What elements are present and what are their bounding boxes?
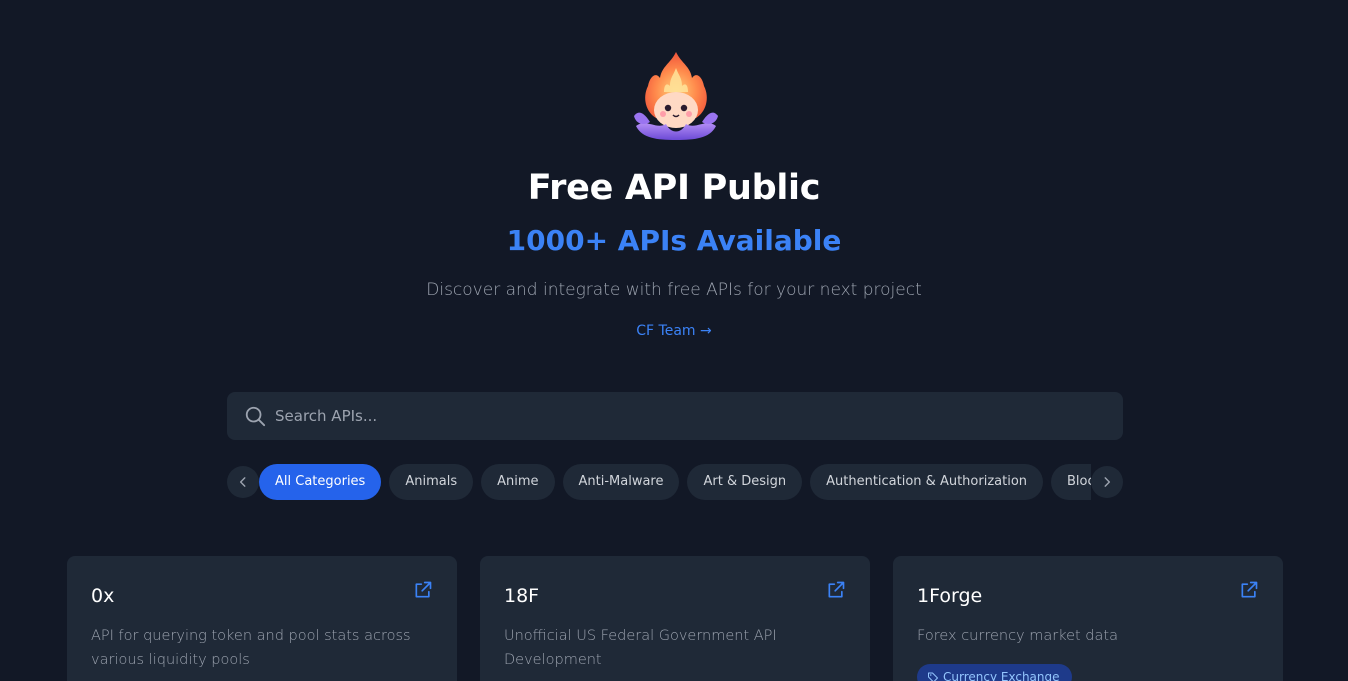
page: Free API Public 1000+ APIs Available Dis… [0, 0, 1348, 681]
category-chip-art-design[interactable]: Art & Design [687, 464, 803, 500]
external-link-icon[interactable] [1239, 580, 1259, 600]
api-card[interactable]: 1Forge Forex currency market data Curren… [893, 556, 1283, 681]
search-bar[interactable] [227, 392, 1123, 440]
scroll-right-button[interactable] [1091, 466, 1123, 498]
api-card-name: 1Forge [917, 585, 983, 607]
category-list: All Categories Animals Anime Anti-Malware Ar… [259, 464, 1091, 500]
flame-mascot-logo [634, 52, 718, 140]
category-bar: All Categories Animals Anime Anti-Malware Ar… [227, 464, 1123, 500]
api-card-name: 18F [504, 585, 540, 607]
api-card[interactable]: 18F Unofficial US Federal Government API… [480, 556, 870, 681]
category-chip-anime[interactable]: Anime [481, 464, 555, 500]
category-chip-all[interactable]: All Categories [259, 464, 382, 500]
category-tag-label: Currency Exchange [943, 670, 1060, 681]
tagline: Discover and integrate with free APIs fo… [426, 280, 922, 300]
external-link-icon[interactable] [826, 580, 846, 600]
api-count-subtitle: 1000+ APIs Available [506, 224, 842, 257]
api-card-description: Unofficial US Federal Government API Dev… [504, 628, 777, 668]
chevron-left-icon [239, 477, 246, 487]
api-card-description: Forex currency market data [917, 628, 1118, 644]
api-card[interactable]: 0x API for querying token and pool stats… [67, 556, 457, 681]
page-title: Free API Public [527, 168, 821, 208]
category-chip-anti-malware[interactable]: Anti-Malware [562, 464, 680, 500]
search-input[interactable] [275, 392, 1105, 440]
chevron-right-icon [1104, 477, 1111, 487]
tag-icon [928, 672, 938, 681]
api-card-name: 0x [91, 585, 115, 607]
api-card-description: API for querying token and pool stats ac… [91, 628, 411, 668]
category-tag[interactable]: Currency Exchange [917, 664, 1072, 681]
cf-team-link[interactable]: CF Team → [0, 323, 1348, 339]
external-link-icon[interactable] [413, 580, 433, 600]
scroll-left-button[interactable] [227, 466, 259, 498]
category-chip-authentication[interactable]: Authentication & Authorization [810, 464, 1044, 500]
search-icon [245, 406, 266, 427]
category-chip-blockchain[interactable]: Blockchain [1051, 464, 1091, 500]
category-chip-animals[interactable]: Animals [389, 464, 474, 500]
